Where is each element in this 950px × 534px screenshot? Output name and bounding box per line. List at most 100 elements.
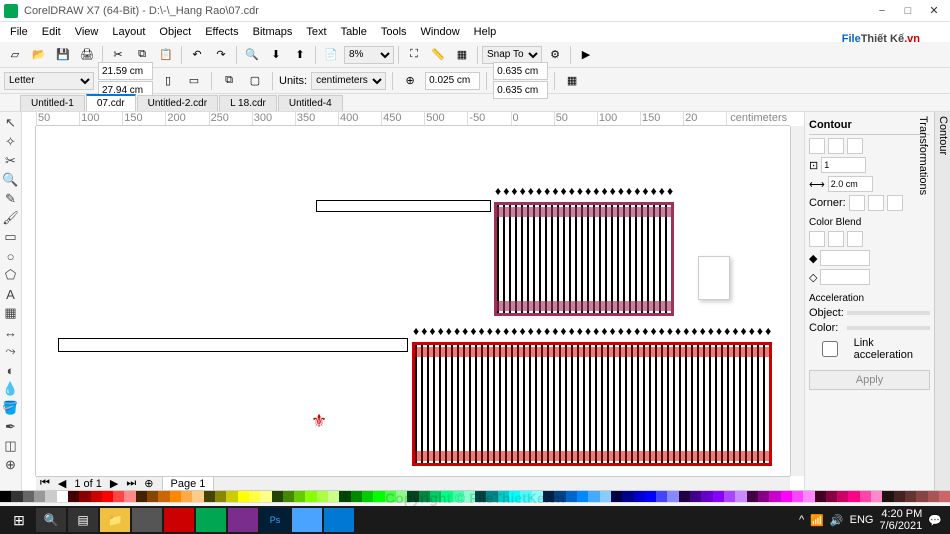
page-tab[interactable]: Page 1 — [162, 476, 215, 491]
color-swatch[interactable] — [34, 491, 45, 502]
undo-icon[interactable]: ↶ — [186, 44, 208, 66]
color-swatch[interactable] — [283, 491, 294, 502]
grid-icon[interactable]: ▦ — [451, 44, 473, 66]
color-swatch[interactable] — [204, 491, 215, 502]
drawn-rectangle[interactable] — [316, 200, 491, 212]
tray-volume-icon[interactable]: 🔊 — [830, 514, 844, 527]
contour-outside-icon[interactable] — [847, 138, 863, 154]
color-swatch[interactable] — [645, 491, 656, 502]
snap-select[interactable]: Snap To — [482, 46, 542, 64]
page-width-input[interactable] — [98, 62, 153, 80]
new-icon[interactable]: ▱ — [4, 44, 26, 66]
contour-center-icon[interactable] — [828, 138, 844, 154]
color-swatch[interactable] — [475, 491, 486, 502]
color-swatch[interactable] — [860, 491, 871, 502]
shape-tool-icon[interactable]: ✧ — [2, 133, 20, 151]
color-swatch[interactable] — [339, 491, 350, 502]
tray-lang[interactable]: ENG — [850, 514, 874, 526]
color-swatch[interactable] — [238, 491, 249, 502]
color-swatch[interactable] — [181, 491, 192, 502]
color-swatch[interactable] — [170, 491, 181, 502]
fleur-de-lis-icon[interactable]: ⚜ — [311, 411, 327, 432]
minimize-button[interactable]: − — [870, 3, 894, 19]
publish-icon[interactable]: 📄 — [320, 44, 342, 66]
color-swatch[interactable] — [600, 491, 611, 502]
color-swatch[interactable] — [826, 491, 837, 502]
connector-tool-icon[interactable]: ⤳ — [2, 342, 20, 360]
open-icon[interactable]: 📂 — [28, 44, 50, 66]
maximize-button[interactable]: □ — [896, 3, 920, 19]
round-corner-icon[interactable] — [868, 195, 884, 211]
color-swatch[interactable] — [0, 491, 11, 502]
zoom-select[interactable]: 8% — [344, 46, 394, 64]
color-swatch[interactable] — [373, 491, 384, 502]
color-swatch[interactable] — [554, 491, 565, 502]
offset-input[interactable] — [828, 176, 873, 192]
color-swatch[interactable] — [385, 491, 396, 502]
color-swatch[interactable] — [498, 491, 509, 502]
color-swatch[interactable] — [79, 491, 90, 502]
color-swatch[interactable] — [532, 491, 543, 502]
color-swatch[interactable] — [215, 491, 226, 502]
color-swatch[interactable] — [882, 491, 893, 502]
color-swatch[interactable] — [158, 491, 169, 502]
color-swatch[interactable] — [23, 491, 34, 502]
color-swatch[interactable] — [747, 491, 758, 502]
crop-tool-icon[interactable]: ✂ — [2, 152, 20, 170]
color-swatch[interactable] — [634, 491, 645, 502]
freehand-tool-icon[interactable]: ✎ — [2, 190, 20, 208]
drawn-rectangle[interactable] — [58, 338, 408, 352]
color-swatch[interactable] — [362, 491, 373, 502]
dimension-tool-icon[interactable]: ↔ — [2, 323, 20, 341]
tab-contour[interactable]: Contour — [937, 116, 949, 486]
ellipse-tool-icon[interactable]: ○ — [2, 247, 20, 265]
blend-ccw-icon[interactable] — [847, 231, 863, 247]
tray-clock[interactable]: 4:20 PM 7/6/2021 — [879, 508, 922, 532]
more-icon[interactable]: ⊕ — [2, 456, 20, 474]
menu-bitmaps[interactable]: Bitmaps — [247, 24, 299, 40]
tray-chevron-icon[interactable]: ^ — [799, 514, 804, 526]
color-swatch[interactable] — [803, 491, 814, 502]
color-swatch[interactable] — [192, 491, 203, 502]
polygon-tool-icon[interactable]: ⬠ — [2, 266, 20, 284]
blend-cw-icon[interactable] — [828, 231, 844, 247]
color-swatch[interactable] — [679, 491, 690, 502]
menu-help[interactable]: Help — [468, 24, 503, 40]
color-swatch[interactable] — [226, 491, 237, 502]
doc-tab[interactable]: Untitled-1 — [20, 95, 85, 111]
menu-window[interactable]: Window — [415, 24, 466, 40]
color-swatch[interactable] — [486, 491, 497, 502]
color-swatch[interactable] — [124, 491, 135, 502]
first-page-button[interactable]: ⏮ — [36, 477, 54, 490]
search-icon[interactable]: 🔍 — [241, 44, 263, 66]
last-page-button[interactable]: ⏭ — [122, 477, 140, 490]
color-swatch[interactable] — [781, 491, 792, 502]
menu-effects[interactable]: Effects — [199, 24, 244, 40]
color-swatch[interactable] — [724, 491, 735, 502]
color-swatch[interactable] — [735, 491, 746, 502]
explorer-icon[interactable]: 📁 — [100, 508, 130, 532]
color-swatch[interactable] — [305, 491, 316, 502]
menu-edit[interactable]: Edit — [36, 24, 67, 40]
menu-text[interactable]: Text — [300, 24, 332, 40]
search-taskbar-icon[interactable]: 🔍 — [36, 508, 66, 532]
doc-tab[interactable]: 07.cdr — [86, 94, 136, 111]
link-accel-checkbox[interactable] — [809, 341, 851, 357]
color-swatch[interactable] — [815, 491, 826, 502]
color-swatch[interactable] — [566, 491, 577, 502]
redo-icon[interactable]: ↷ — [210, 44, 232, 66]
treat-as-filled-icon[interactable]: ▦ — [561, 70, 583, 92]
tab-transformations[interactable]: Transformations — [917, 116, 929, 486]
rectangle-tool-icon[interactable]: ▭ — [2, 228, 20, 246]
fence-design-large[interactable]: ♦♦♦♦♦♦♦♦♦♦♦♦♦♦♦♦♦♦♦♦♦♦♦♦♦♦♦♦♦♦♦♦♦♦♦♦♦♦♦♦… — [412, 326, 772, 466]
color-swatch[interactable] — [622, 491, 633, 502]
color-swatch[interactable] — [928, 491, 939, 502]
color-swatch[interactable] — [509, 491, 520, 502]
save-icon[interactable]: 💾 — [52, 44, 74, 66]
menu-file[interactable]: File — [4, 24, 34, 40]
color-swatch[interactable] — [294, 491, 305, 502]
print-icon[interactable]: 🖨 — [76, 44, 98, 66]
color-swatch[interactable] — [916, 491, 927, 502]
paste-icon[interactable]: 📋 — [155, 44, 177, 66]
steps-input[interactable] — [821, 157, 866, 173]
